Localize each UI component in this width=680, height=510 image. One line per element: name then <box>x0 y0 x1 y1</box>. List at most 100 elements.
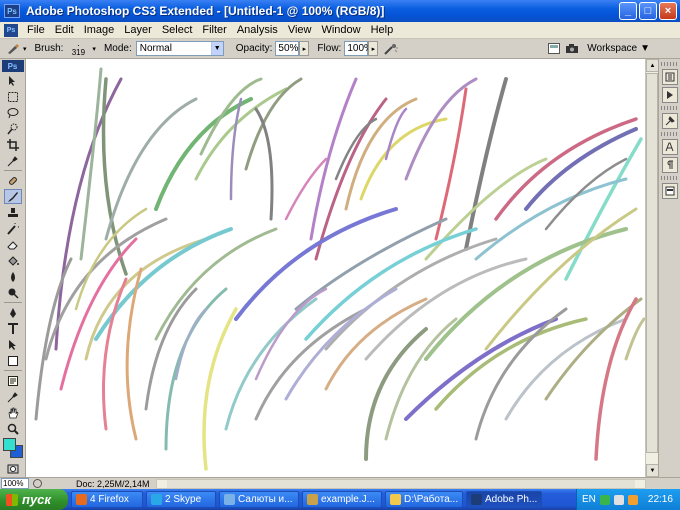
panel-dock <box>658 59 680 477</box>
network-icon[interactable] <box>599 494 610 505</box>
minimize-button[interactable]: _ <box>619 2 637 20</box>
marquee-tool-icon[interactable] <box>4 89 22 104</box>
maximize-button[interactable]: □ <box>639 2 657 20</box>
task-label: D:\Работа... <box>404 494 459 505</box>
photoshop-icon <box>471 494 482 505</box>
firefox-icon <box>76 494 87 505</box>
shape-tool-icon[interactable] <box>4 353 22 368</box>
task-example[interactable]: example.J... <box>302 491 382 508</box>
start-label: пуск <box>22 492 51 507</box>
flow-label: Flow: <box>317 43 342 54</box>
camera-icon[interactable] <box>563 41 581 57</box>
history-brush-tool-icon[interactable] <box>4 221 22 236</box>
dodge-tool-icon[interactable] <box>4 285 22 300</box>
mode-label: Mode: <box>103 43 132 54</box>
paragraph-panel-icon[interactable] <box>661 157 678 173</box>
crop-tool-icon[interactable] <box>4 137 22 152</box>
brush-dropdown-icon[interactable]: ▾ <box>92 45 96 53</box>
eyedropper2-tool-icon[interactable] <box>4 389 22 404</box>
tool-presets-panel-icon[interactable] <box>661 113 678 129</box>
status-bar: 100% Doc: 2,25M/2,14M <box>0 477 680 489</box>
horizontal-scroll-thumb[interactable] <box>167 480 635 488</box>
menu-edit[interactable]: Edit <box>50 24 79 36</box>
status-info-icon[interactable] <box>33 479 42 488</box>
start-button[interactable]: пуск <box>0 489 68 510</box>
brush-tool-icon[interactable] <box>4 189 22 204</box>
workspace-menu[interactable]: Workspace ▼ <box>587 43 650 54</box>
brush-strokes-artwork <box>34 67 646 471</box>
horizontal-scrollbar[interactable] <box>156 479 646 489</box>
tool-preset-picker-icon[interactable] <box>4 42 22 56</box>
tool-preset-dropdown-icon[interactable]: ▾ <box>23 45 27 53</box>
tray-app-icon[interactable] <box>627 494 638 505</box>
dock-grip[interactable] <box>660 106 679 110</box>
history-panel-icon[interactable] <box>661 69 678 85</box>
task-explorer[interactable]: Салюты и... <box>219 491 299 508</box>
airbrush-icon[interactable] <box>382 41 400 57</box>
task-photoshop[interactable]: Adobe Ph... <box>466 491 542 508</box>
close-button[interactable]: × <box>659 2 677 20</box>
menu-window[interactable]: Window <box>316 24 365 36</box>
document-canvas[interactable] <box>26 59 658 477</box>
flow-slider-button[interactable]: ▸ <box>368 41 379 56</box>
flow-input[interactable]: 100% <box>344 41 373 56</box>
pen-tool-icon[interactable] <box>4 305 22 320</box>
menu-view[interactable]: View <box>283 24 317 36</box>
zoom-level-field[interactable]: 100% <box>1 478 29 489</box>
foreground-color-swatch[interactable] <box>3 438 16 451</box>
dock-grip[interactable] <box>660 62 679 66</box>
paint-bucket-tool-icon[interactable] <box>4 253 22 268</box>
menu-help[interactable]: Help <box>366 24 399 36</box>
task-label: Салюты и... <box>238 494 293 505</box>
hand-tool-icon[interactable] <box>4 405 22 420</box>
character-panel-icon[interactable] <box>661 139 678 155</box>
type-tool-icon[interactable] <box>4 321 22 336</box>
dock-grip[interactable] <box>660 132 679 136</box>
dock-grip[interactable] <box>660 176 679 180</box>
zoom-tool-icon[interactable] <box>4 421 22 436</box>
lasso-tool-icon[interactable] <box>4 105 22 120</box>
color-swatches[interactable] <box>3 438 25 460</box>
menu-file[interactable]: File <box>22 24 50 36</box>
eyedropper-tool-icon[interactable] <box>4 153 22 168</box>
menu-image[interactable]: Image <box>79 24 120 36</box>
folder-icon <box>390 494 401 505</box>
clone-stamp-tool-icon[interactable] <box>4 205 22 220</box>
actions-panel-icon[interactable] <box>661 87 678 103</box>
task-skype[interactable]: 2 Skype <box>146 491 216 508</box>
layer-comps-panel-icon[interactable] <box>661 183 678 199</box>
palette-well-icon[interactable] <box>545 41 563 57</box>
quick-mask-icon[interactable] <box>4 461 22 476</box>
healing-brush-tool-icon[interactable] <box>4 173 22 188</box>
toolbox-divider <box>4 370 22 371</box>
vertical-scrollbar[interactable]: ▲ ▼ <box>645 59 659 477</box>
language-indicator[interactable]: EN <box>582 494 596 505</box>
brush-picker[interactable]: · 319 <box>65 40 91 57</box>
mode-select[interactable]: Normal ▼ <box>135 41 224 56</box>
title-bar: Ps Adobe Photoshop CS3 Extended - [Untit… <box>0 0 680 22</box>
toolbox-divider <box>4 302 22 303</box>
clock: 22:16 <box>647 494 673 505</box>
menu-layer[interactable]: Layer <box>119 24 157 36</box>
task-label: 2 Skype <box>165 494 202 505</box>
task-firefox[interactable]: 4 Firefox <box>71 491 143 508</box>
menu-analysis[interactable]: Analysis <box>232 24 283 36</box>
opacity-slider-button[interactable]: ▸ <box>299 41 310 56</box>
document-icon[interactable]: Ps <box>4 23 18 37</box>
window-title: Adobe Photoshop CS3 Extended - [Untitled… <box>26 4 385 18</box>
scroll-thumb[interactable] <box>646 73 658 453</box>
opacity-input[interactable]: 50% <box>275 41 300 56</box>
windows-logo-icon <box>6 493 18 506</box>
move-tool-icon[interactable] <box>4 73 22 88</box>
brush-size-value: 319 <box>71 47 86 57</box>
task-folder[interactable]: D:\Работа... <box>385 491 463 508</box>
menu-select[interactable]: Select <box>157 24 198 36</box>
menu-filter[interactable]: Filter <box>197 24 231 36</box>
workspace-label: Workspace <box>587 43 638 54</box>
volume-icon[interactable] <box>613 494 624 505</box>
notes-tool-icon[interactable] <box>4 373 22 388</box>
quick-select-tool-icon[interactable] <box>4 121 22 136</box>
eraser-tool-icon[interactable] <box>4 237 22 252</box>
blur-tool-icon[interactable] <box>4 269 22 284</box>
path-select-tool-icon[interactable] <box>4 337 22 352</box>
